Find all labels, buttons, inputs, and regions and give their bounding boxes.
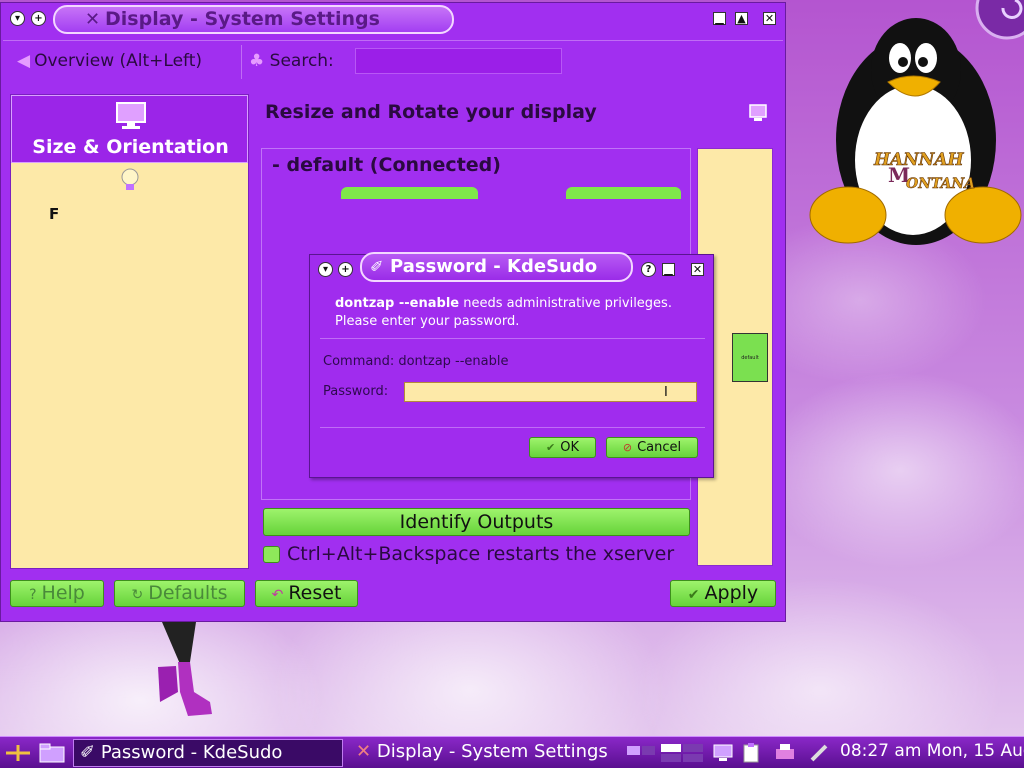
message-line2: Please enter your password.: [335, 314, 520, 329]
ok-button[interactable]: ✔ OK: [529, 437, 596, 458]
minimize-button[interactable]: ▁: [713, 12, 726, 25]
cancel-label: Cancel: [637, 440, 682, 455]
reset-button[interactable]: ↶ Reset: [255, 580, 358, 607]
dialog-close-button[interactable]: ✕: [691, 263, 704, 276]
dialog-help-button[interactable]: ?: [641, 262, 656, 277]
taskbar-item-password[interactable]: ✐ Password - KdeSudo: [73, 739, 343, 767]
search-input[interactable]: [355, 48, 562, 74]
reset-label: Reset: [288, 582, 342, 604]
password-input[interactable]: I: [404, 382, 697, 402]
taskbar-item-display-settings[interactable]: ✕ Display - System Settings: [350, 739, 618, 767]
taskbar: ✐ Password - KdeSudo ✕ Display - System …: [0, 736, 1024, 768]
tux-penguin-image: HANNAH M ONTANA: [809, 18, 1022, 245]
resolution-combo[interactable]: [341, 187, 478, 199]
key-icon: ✐: [370, 257, 384, 276]
dialog-separator: [320, 338, 705, 339]
checkmark-icon: ✔: [687, 587, 700, 603]
page-title: Resize and Rotate your display: [265, 101, 597, 123]
dialog-separator-bottom: [320, 427, 705, 428]
lightbulb-icon[interactable]: [119, 167, 141, 193]
window-title-bar[interactable]: ✕ Display - System Settings: [53, 5, 454, 34]
dialog-keep-above-button[interactable]: +: [338, 262, 353, 277]
search-icon: ♣: [249, 51, 265, 71]
cancel-button[interactable]: ⊘ Cancel: [606, 437, 698, 458]
refresh-combo[interactable]: [566, 187, 681, 199]
message-command: dontzap --enable: [335, 296, 460, 311]
svg-text:ONTANA: ONTANA: [906, 176, 975, 192]
back-arrow-icon: ◀: [17, 51, 31, 71]
display-tray-icon[interactable]: [712, 742, 734, 764]
output-name-label: - default (Connected): [272, 154, 501, 176]
apply-button[interactable]: ✔ Apply: [670, 580, 776, 607]
dialog-title: Password - KdeSudo: [390, 256, 598, 277]
defaults-icon: ↻: [131, 587, 144, 603]
toolbar-separator: [3, 40, 783, 41]
dialog-menu-button[interactable]: ▾: [318, 262, 333, 277]
folder-icon[interactable]: [38, 742, 66, 764]
window-keep-above-button[interactable]: +: [31, 11, 46, 26]
apply-label: Apply: [704, 582, 759, 604]
help-icon: ?: [29, 587, 37, 603]
defaults-button[interactable]: ↻ Defaults: [114, 580, 245, 607]
system-settings-icon: ✕: [356, 741, 372, 762]
printer-icon[interactable]: [774, 742, 796, 764]
window-title: Display - System Settings: [105, 8, 380, 30]
monitor-icon: [116, 102, 146, 129]
xserver-checkbox[interactable]: [263, 546, 280, 563]
checkmark-icon: ✔: [546, 441, 556, 454]
cancel-icon: ⊘: [622, 441, 633, 454]
dialog-minimize-button[interactable]: ▁: [662, 263, 675, 276]
maximize-button[interactable]: ▲: [735, 12, 748, 25]
dialog-title-bar[interactable]: ✐ Password - KdeSudo: [360, 252, 633, 282]
undo-icon: ↶: [271, 587, 284, 603]
taskbar-item-label: Display - System Settings: [376, 741, 608, 762]
sidebar-item-label: Size & Orientation: [32, 136, 229, 158]
settings-sidebar: Size & Orientation F: [10, 94, 249, 569]
close-button[interactable]: ✕: [763, 12, 776, 25]
identify-outputs-label: Identify Outputs: [399, 511, 554, 533]
overview-button[interactable]: ◀ Overview (Alt+Left): [17, 51, 202, 71]
preview-monitor[interactable]: default: [732, 333, 768, 382]
defaults-label: Defaults: [148, 582, 228, 604]
pager-icon[interactable]: [626, 742, 656, 764]
kde-menu-icon[interactable]: [4, 742, 32, 764]
command-label: Command: dontzap --enable: [323, 354, 509, 369]
search-label-text: Search:: [269, 51, 334, 71]
window-menu-button[interactable]: ▾: [10, 11, 25, 26]
help-button[interactable]: ? Help: [10, 580, 104, 607]
taskbar-item-label: Password - KdeSudo: [100, 742, 283, 763]
help-label: Help: [41, 582, 85, 604]
search-label: ♣ Search:: [249, 51, 334, 71]
dialog-message: dontzap --enable needs administrative pr…: [335, 295, 672, 331]
toolbar-divider: [241, 45, 242, 79]
help-monitor-icon[interactable]: [748, 103, 768, 123]
svg-text:HANNAH: HANNAH: [873, 150, 965, 170]
pager-desktops-icon[interactable]: [660, 742, 704, 764]
identify-outputs-button[interactable]: Identify Outputs: [263, 508, 690, 536]
clock[interactable]: 08:27 am Mon, 15 Aug: [840, 741, 1024, 761]
sidebar-item-size-orientation[interactable]: Size & Orientation: [11, 95, 248, 163]
password-dialog: ▾ + ✐ Password - KdeSudo ? ▁ ✕ dontzap -…: [309, 252, 714, 478]
overview-label: Overview (Alt+Left): [34, 51, 203, 71]
wallpaper-leg-image: [158, 622, 212, 716]
message-text: needs administrative privileges.: [459, 296, 672, 311]
text-cursor-icon: I: [664, 385, 668, 400]
key-icon: ✐: [80, 742, 96, 763]
clipboard-icon[interactable]: [740, 742, 762, 764]
xserver-checkbox-label[interactable]: Ctrl+Alt+Backspace restarts the xserver: [287, 543, 674, 565]
system-settings-icon: ✕: [85, 9, 101, 30]
network-plug-icon[interactable]: [808, 742, 830, 764]
sidebar-item-partial[interactable]: F: [49, 205, 59, 223]
ok-label: OK: [560, 440, 579, 455]
password-label: Password:: [323, 384, 389, 399]
